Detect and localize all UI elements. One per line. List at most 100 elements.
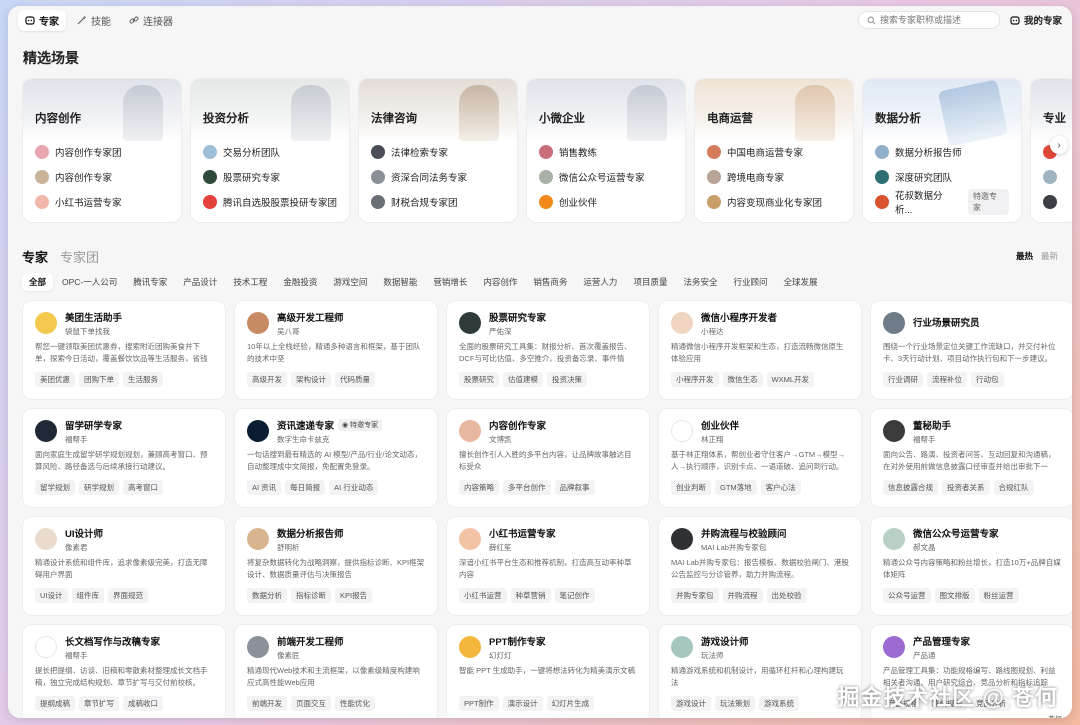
card-author: 林正翔 <box>701 434 724 444</box>
search-box[interactable] <box>857 11 1000 29</box>
category-tab[interactable]: 项目质量 <box>626 273 674 291</box>
expert-card[interactable]: 长文档写作与改稿专家 福帮手 提长把提纲、访谈、旧稿和零散素材整理成长文档手稿，… <box>22 624 226 718</box>
category-tab[interactable]: 腾讯专家 <box>126 273 174 291</box>
scene-item[interactable]: 法律检索专家 <box>359 139 517 164</box>
scene-card-invest[interactable]: 投资分析 交易分析团队 股票研究专家 腾讯自选股股票投研专家团 <box>190 78 350 223</box>
scene-item[interactable]: 创业伙伴 <box>527 189 685 214</box>
top-tabs: 专家 技能 连接器 <box>18 9 180 31</box>
expert-card[interactable]: 数据分析报告师 舒明析 将复杂数据转化为战略洞察，提供指标诊断、KPI框架设计、… <box>234 516 438 616</box>
card-header: PPT制作专家 幻灯灯 <box>459 635 637 660</box>
scene-item[interactable]: 股票研究专家 <box>191 164 349 189</box>
scene-item[interactable]: 内容创作专家 <box>23 164 181 189</box>
expert-card[interactable]: 美团生活助手 袋鼠下单找我 帮您一键领取美团优惠券，搜索附近团购美食并下单，探索… <box>22 300 226 400</box>
scene-item[interactable]: 微信公众号运营专家 <box>527 164 685 189</box>
scene-item[interactable]: 内容创作专家团 <box>23 139 181 164</box>
expert-card[interactable]: 内容创作专家 文博凯 擅长创作引人入胜的多平台内容，让品牌故事触达目标受众 内容… <box>446 408 650 508</box>
expert-card[interactable]: 留学研学专家 福帮手 面向家庭生成留学研学规划规划，兼顾高考窗口、预算风险、路径… <box>22 408 226 508</box>
scene-item[interactable]: 内容变现商业化专家团 <box>695 189 853 214</box>
avatar <box>35 312 57 334</box>
expert-card[interactable]: 高级开发工程师 吴八哥 10年以上全栈经验，精通多种语言和框架，基于团队的技术中… <box>234 300 438 400</box>
card-description: 围绕一个行业场景定位关键工作流缺口，并交付补位卡、3天行动计划、项目动作执行包和… <box>883 342 1056 363</box>
scene-item[interactable]: 数据分析报告师 <box>863 139 1021 164</box>
card-tags: 内容策略 多平台创作 品牌叙事 <box>459 480 637 495</box>
card-name: 资讯速递专家 <box>277 420 335 432</box>
category-tab[interactable]: 销售商务 <box>526 273 574 291</box>
category-tab[interactable]: 产品设计 <box>176 273 224 291</box>
card-author: 像素君 <box>65 542 88 552</box>
card-title: 微信公众号运营专家 <box>913 526 999 540</box>
category-tab[interactable]: 全球发展 <box>776 273 824 291</box>
scene-item[interactable]: 深度研究团队 <box>863 164 1021 189</box>
scene-card-legal[interactable]: 法律咨询 法律检索专家 资深合同法务专家 财税合规专家团 <box>358 78 518 223</box>
tab-experts-list[interactable]: 专家 <box>22 247 48 266</box>
card-tag: 估值建模 <box>503 372 543 387</box>
scene-card-content[interactable]: 内容创作 内容创作专家团 内容创作专家 小红书运营专家 <box>22 78 182 223</box>
category-tab[interactable]: 游戏空间 <box>326 273 374 291</box>
scene-card-smb[interactable]: 小微企业 销售教练 微信公众号运营专家 创业伙伴 <box>526 78 686 223</box>
tab-expert-teams[interactable]: 专家团 <box>60 247 99 266</box>
scene-item[interactable]: 交易分析团队 <box>191 139 349 164</box>
expert-card[interactable]: 微信小程序开发者 小程达 精通微信小程序开发框架和生态，打造流畅微信原生体验应用… <box>658 300 862 400</box>
avatar <box>203 194 217 209</box>
scene-item[interactable] <box>1031 164 1072 189</box>
expert-card[interactable]: 创业伙伴 林正翔 基于林正翔体系，帮创业者守住客户→GTM→模型→人→执行顺序，… <box>658 408 862 508</box>
card-tag: PPT制作 <box>459 696 499 711</box>
badge-label: 特邀专家 <box>350 421 379 429</box>
category-tab[interactable]: OPC-一人公司 <box>55 273 124 291</box>
category-tab[interactable]: 全部 <box>22 273 54 291</box>
category-tab[interactable]: 法务安全 <box>676 273 724 291</box>
scene-item[interactable]: 销售教练 <box>527 139 685 164</box>
expert-card[interactable]: 游戏设计师 玩法师 精通游戏系统和机制设计，用循环杠杆和心理构建玩法 游戏设计玩… <box>658 624 862 718</box>
scene-item[interactable]: 跨境电商专家 <box>695 164 853 189</box>
expert-card[interactable]: PPT制作专家 幻灯灯 智能 PPT 生成助手，一键将想法转化为精美演示文稿 P… <box>446 624 650 718</box>
sort-hot[interactable]: 最热 <box>1016 250 1033 262</box>
category-tab[interactable]: 金融投资 <box>276 273 324 291</box>
tab-skills[interactable]: 技能 <box>70 10 118 31</box>
scene-item[interactable]: 中国电商运营专家 <box>695 139 853 164</box>
chevron-right-icon[interactable]: › <box>1050 136 1068 154</box>
avatar <box>671 312 693 334</box>
top-right: 我的专家 <box>857 11 1062 29</box>
scene-card-data[interactable]: 数据分析 数据分析报告师 深度研究团队 花叔数据分析... 特邀专家 <box>862 78 1022 223</box>
card-header: 小红书运营专家 薛红笙 <box>459 527 637 552</box>
scene-item[interactable]: 财税合规专家团 <box>359 189 517 214</box>
category-tab[interactable]: 行业顾问 <box>726 273 774 291</box>
expert-card[interactable]: 资讯速递专家 ◉ 特邀专家 数字生命卡兹克 一句话搜到最有精选的 AI 模型/产品/… <box>234 408 438 508</box>
expert-card[interactable]: 微信公众号运营专家 郝文晶 精通公众号内容策略和粉丝增长，打造10万+品牌自媒体… <box>870 516 1072 616</box>
expert-card[interactable]: 小红书运营专家 薛红笙 深谙小红书平台生态和推荐机制，打造高互动率种草内容 小红… <box>446 516 650 616</box>
card-tags: 游戏设计 玩法策划 游戏系统 <box>671 696 849 711</box>
card-description: 提长把提纲、访谈、旧稿和零散素材整理成长文档手稿，独立完成结构规划、章节扩写与交… <box>35 666 208 687</box>
expert-grid: 美团生活助手 袋鼠下单找我 帮您一键领取美团优惠券，搜索附近团购美食并下单，探索… <box>8 295 1072 718</box>
card-tag: 团购下单 <box>79 372 119 387</box>
tab-experts[interactable]: 专家 <box>18 9 66 31</box>
category-tab[interactable]: 数据智能 <box>376 273 424 291</box>
scene-item[interactable] <box>1031 189 1072 214</box>
my-experts-button[interactable]: 我的专家 <box>1010 13 1062 27</box>
expert-card[interactable]: 前端开发工程师 像素匠 精通现代Web技术和主流框架，以像素级精度构建响应式高性… <box>234 624 438 718</box>
expert-card[interactable]: UI设计师 像素君 精通设计系统和组件库，追求像素级完美，打造无障碍用户界面 U… <box>22 516 226 616</box>
category-tab[interactable]: 内容创作 <box>476 273 524 291</box>
card-title-block: 并购流程与校验顾问 MAI Lab并购专家包 <box>701 526 787 553</box>
expert-card[interactable]: 并购流程与校验顾问 MAI Lab并购专家包 MAI Lab并购专家包：报告模板… <box>658 516 862 616</box>
card-author: 郝文晶 <box>913 542 936 552</box>
card-title-block: 前端开发工程师 像素匠 <box>277 634 344 661</box>
category-tab[interactable]: 技术工程 <box>226 273 274 291</box>
scene-item[interactable]: 小红书运营专家 <box>23 189 181 214</box>
category-tab[interactable]: 营销增长 <box>426 273 474 291</box>
tab-connectors[interactable]: 连接器 <box>122 10 180 31</box>
search-input[interactable] <box>879 15 990 25</box>
scene-card-ecommerce[interactable]: 电商运营 中国电商运营专家 跨境电商专家 内容变现商业化专家团 <box>694 78 854 223</box>
expert-card[interactable]: 董秘助手 福帮手 面向公告、路演、投资者问答、互动回复和沟通稿，在对外使用前做信… <box>870 408 1072 508</box>
card-tag: 玩法策划 <box>715 696 755 711</box>
scene-item[interactable]: 腾讯自选股股票投研专家团 <box>191 189 349 214</box>
card-header: 并购流程与校验顾问 MAI Lab并购专家包 <box>671 526 849 553</box>
sort-new[interactable]: 最新 <box>1041 250 1058 262</box>
expert-card[interactable]: 股票研究专家 严佑深 全面的股票研究工具集：财报分析、首次覆盖报告、DCF与可比… <box>446 300 650 400</box>
expert-card[interactable]: 行业场景研究员 围绕一个行业场景定位关键工作流缺口，并交付补位卡、3天行动计划、… <box>870 300 1072 400</box>
card-title-block: 产品管理专家 产品通 <box>913 634 970 661</box>
scene-item[interactable]: 资深合同法务专家 <box>359 164 517 189</box>
card-tag: 流程补位 <box>927 372 967 387</box>
avatar <box>883 636 905 658</box>
category-tab[interactable]: 运营人力 <box>576 273 624 291</box>
scene-item[interactable]: 花叔数据分析... 特邀专家 <box>863 188 1021 216</box>
